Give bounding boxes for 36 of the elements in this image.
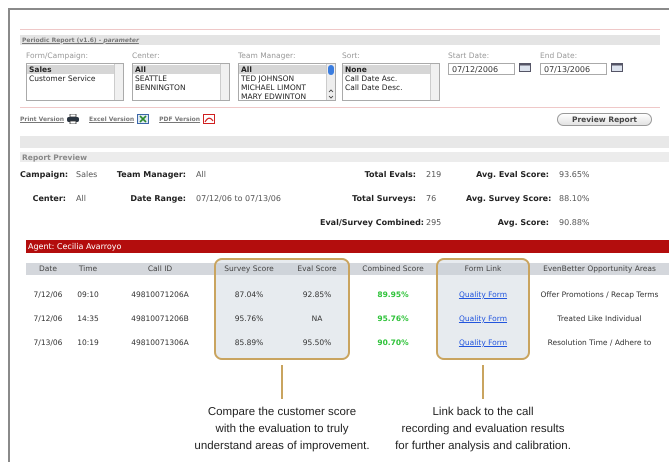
summary-label: Team Manager: bbox=[116, 170, 187, 178]
summary-value: 76 bbox=[426, 194, 438, 202]
summary-value: 93.65% bbox=[559, 170, 590, 178]
date-field[interactable]: 07/12/2006 bbox=[448, 63, 515, 75]
scrollbar[interactable] bbox=[114, 64, 123, 100]
scrollbar[interactable] bbox=[220, 64, 229, 100]
scrollbar[interactable] bbox=[326, 64, 335, 100]
summary-value: All bbox=[76, 194, 87, 202]
printer-icon bbox=[67, 114, 80, 124]
agent-banner: Agent: Cecilia Avarroyo bbox=[26, 240, 669, 253]
leader-line bbox=[482, 365, 484, 399]
callout-text: Compare the customer score with the evaluation to truly understand areas of improvement. bbox=[194, 405, 370, 454]
summary-value: 90.88% bbox=[559, 218, 590, 226]
leader-line bbox=[281, 365, 283, 399]
pdf-icon bbox=[203, 114, 216, 124]
summary-value: 88.10% bbox=[559, 194, 590, 202]
date-field[interactable]: 07/13/2006 bbox=[540, 63, 607, 75]
summary-value: Sales bbox=[76, 170, 98, 178]
scrollbar[interactable] bbox=[430, 64, 439, 100]
summary-label: Avg. Survey Score: bbox=[466, 194, 552, 202]
calendar-icon[interactable] bbox=[519, 63, 531, 72]
summary-label: Campaign: bbox=[20, 170, 70, 178]
summary-label: Avg. Score: bbox=[496, 218, 550, 226]
summary-label: Eval/Survey Combined: bbox=[320, 218, 426, 226]
summary-value: 07/12/06 to 07/13/06 bbox=[196, 194, 282, 202]
callout-text: Link back to the call recording and evaluation results for further analysis and calibration. bbox=[395, 405, 571, 454]
summary-label: Total Surveys: bbox=[351, 194, 417, 202]
summary-value: 219 bbox=[426, 170, 442, 178]
calendar-icon[interactable] bbox=[611, 63, 623, 72]
spreadsheet-icon bbox=[137, 114, 150, 124]
summary-label: Date Range: bbox=[129, 194, 187, 202]
summary-label: Center: bbox=[32, 194, 67, 202]
summary-value: All bbox=[196, 170, 207, 178]
summary-label: Avg. Eval Score: bbox=[475, 170, 550, 178]
summary-value: 295 bbox=[426, 218, 442, 226]
summary-label: Total Evals: bbox=[364, 170, 417, 178]
